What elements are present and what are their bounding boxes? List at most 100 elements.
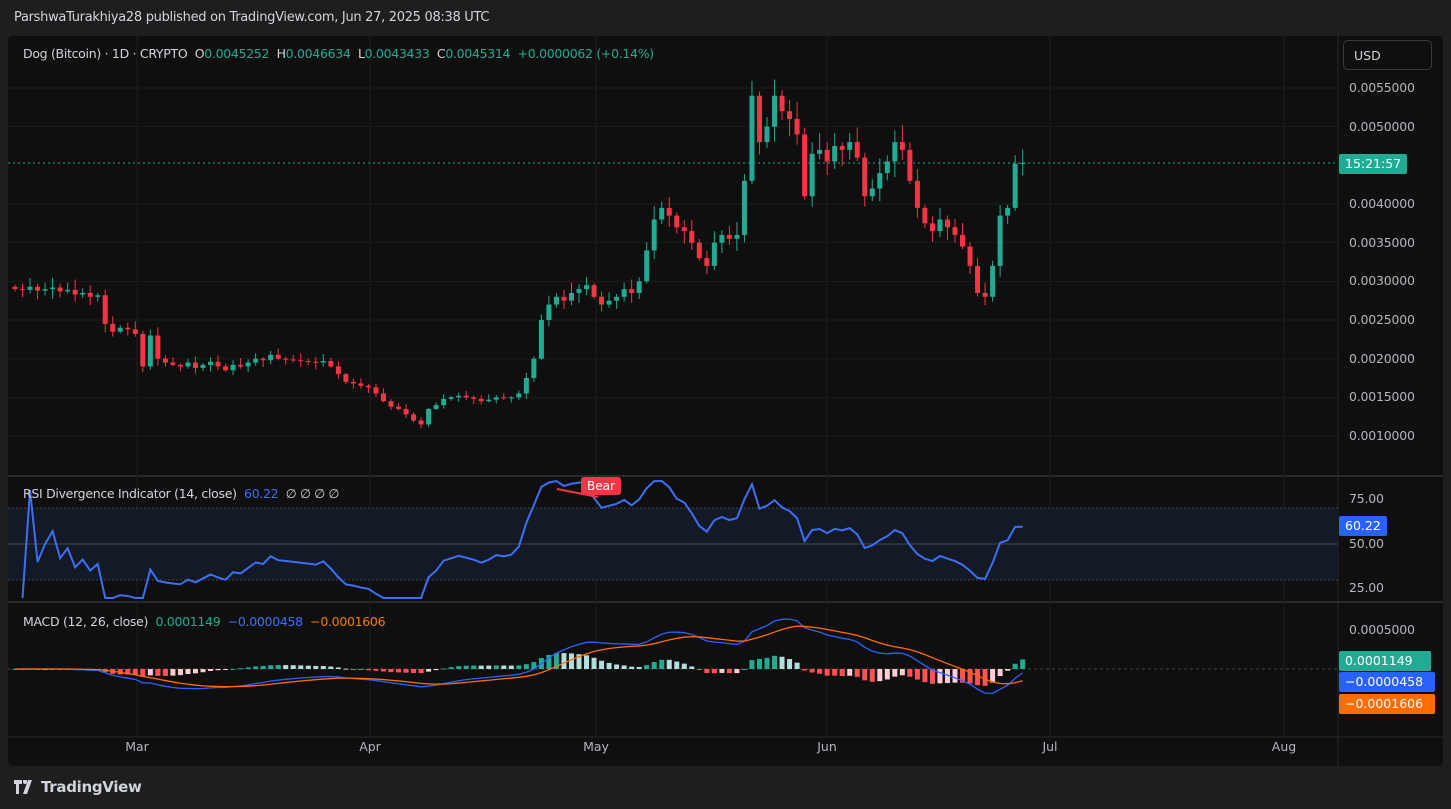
- candle-down: [795, 119, 800, 134]
- candle-down: [358, 383, 363, 385]
- candle-up: [847, 142, 852, 150]
- candle-down: [592, 285, 597, 297]
- macd-histogram-bar: [381, 669, 386, 671]
- macd-histogram-bar: [133, 669, 138, 675]
- candle-down: [922, 208, 927, 223]
- time-label-jul: Jul: [1042, 739, 1057, 754]
- candle-up: [607, 301, 612, 305]
- macd-histogram-bar: [832, 669, 837, 676]
- macd-histogram-bar: [998, 669, 1003, 676]
- candle-down: [471, 397, 476, 399]
- countdown-tag: 15:21:57: [1339, 154, 1407, 174]
- macd-histogram-bar: [937, 669, 942, 683]
- candle-up: [441, 399, 446, 405]
- candle-up: [1013, 164, 1018, 208]
- macd-histogram-bar: [193, 669, 198, 673]
- tradingview-logo-icon: [14, 780, 36, 794]
- price-tick: 0.0050000: [1349, 119, 1415, 134]
- candle-up: [614, 297, 619, 301]
- macd-histogram-bar: [283, 665, 288, 669]
- time-label-may: May: [583, 739, 609, 754]
- macd-histogram-bar: [313, 666, 318, 669]
- symbol-name[interactable]: Dog (Bitcoin) · 1D · CRYPTO: [23, 46, 187, 61]
- macd-histogram-bar: [877, 669, 882, 681]
- macd-histogram-bar: [501, 666, 506, 669]
- candle-up: [810, 154, 815, 197]
- macd-histogram-bar: [516, 665, 521, 669]
- open-value: 0.0045252: [204, 46, 269, 61]
- macd-histogram-bar: [509, 666, 514, 669]
- macd-histogram-bar: [742, 669, 747, 670]
- macd-histogram-bar: [494, 665, 499, 669]
- candle-up: [509, 397, 514, 398]
- tradingview-logo[interactable]: TradingView: [14, 778, 142, 796]
- candle-up: [712, 243, 717, 266]
- bear-divergence-label: Bear: [581, 477, 621, 495]
- rsi-title: RSI Divergence Indicator (14, close): [23, 486, 237, 501]
- macd-histogram-bar: [637, 667, 642, 669]
- chart-canvas[interactable]: [0, 0, 1451, 809]
- candle-up: [734, 235, 739, 239]
- macd-histogram-bar: [246, 667, 251, 669]
- candle-down: [689, 231, 694, 243]
- macd-histogram-bar: [983, 669, 988, 686]
- candle-up: [118, 328, 123, 332]
- candle-down: [900, 142, 905, 150]
- candle-down: [411, 414, 416, 420]
- candle-up: [231, 365, 236, 370]
- candle-up: [185, 363, 190, 367]
- macd-histogram-bar: [148, 669, 153, 675]
- candle-down: [238, 365, 243, 367]
- macd-histogram-bar: [689, 666, 694, 669]
- macd-histogram-bar: [471, 665, 476, 669]
- price-tick: 0.0030000: [1349, 273, 1415, 288]
- price-tick: 0.0035000: [1349, 235, 1415, 250]
- candle-up: [742, 181, 747, 235]
- macd-histogram-bar: [358, 669, 363, 670]
- rsi-axis-75: 75.00: [1349, 491, 1384, 506]
- candle-up: [577, 289, 582, 293]
- macd-histogram-bar: [825, 669, 830, 676]
- macd-histogram-bar: [922, 669, 927, 682]
- candle-up: [321, 361, 326, 363]
- candle-up: [65, 290, 70, 292]
- candle-up: [253, 359, 258, 363]
- candle-down: [88, 293, 93, 297]
- macd-signal-value: −0.0001606: [310, 614, 385, 629]
- rsi-value: 60.22: [244, 486, 278, 501]
- macd-histogram-bar: [155, 669, 160, 676]
- close-value: 0.0045314: [445, 46, 510, 61]
- currency-button[interactable]: USD: [1343, 40, 1432, 70]
- macd-histogram-bar: [712, 669, 717, 673]
- candle-up: [494, 397, 499, 399]
- macd-histogram-bar: [1013, 664, 1018, 669]
- macd-histogram-bar: [892, 669, 897, 677]
- candle-down: [802, 134, 807, 196]
- candle-down: [704, 258, 709, 266]
- candle-up: [885, 161, 890, 173]
- candle-down: [682, 227, 687, 231]
- macd-histogram-bar: [584, 655, 589, 669]
- candle-down: [373, 387, 378, 393]
- macd-histogram-bar: [810, 669, 815, 673]
- candle-down: [170, 363, 175, 365]
- macd-histogram-bar: [366, 669, 371, 670]
- candle-down: [261, 359, 266, 361]
- macd-histogram-bar: [404, 669, 409, 673]
- candle-down: [155, 335, 160, 358]
- candle-up: [990, 266, 995, 297]
- low-label: L: [358, 46, 365, 61]
- macd-histogram-bar: [659, 660, 664, 669]
- candle-down: [825, 150, 830, 162]
- macd-axis-tick: 0.0005000: [1349, 622, 1415, 637]
- candle-down: [328, 361, 333, 366]
- macd-histogram-bar: [208, 669, 213, 671]
- candle-up: [268, 355, 273, 360]
- candle-up: [870, 189, 875, 197]
- rsi-legend[interactable]: RSI Divergence Indicator (14, close) 60.…: [23, 486, 339, 501]
- candle-up: [531, 359, 536, 378]
- macd-legend[interactable]: MACD (12, 26, close) 0.0001149 −0.000045…: [23, 614, 385, 629]
- candle-up: [208, 362, 213, 365]
- candle-up: [246, 363, 251, 367]
- macd-histogram-bar: [351, 669, 356, 670]
